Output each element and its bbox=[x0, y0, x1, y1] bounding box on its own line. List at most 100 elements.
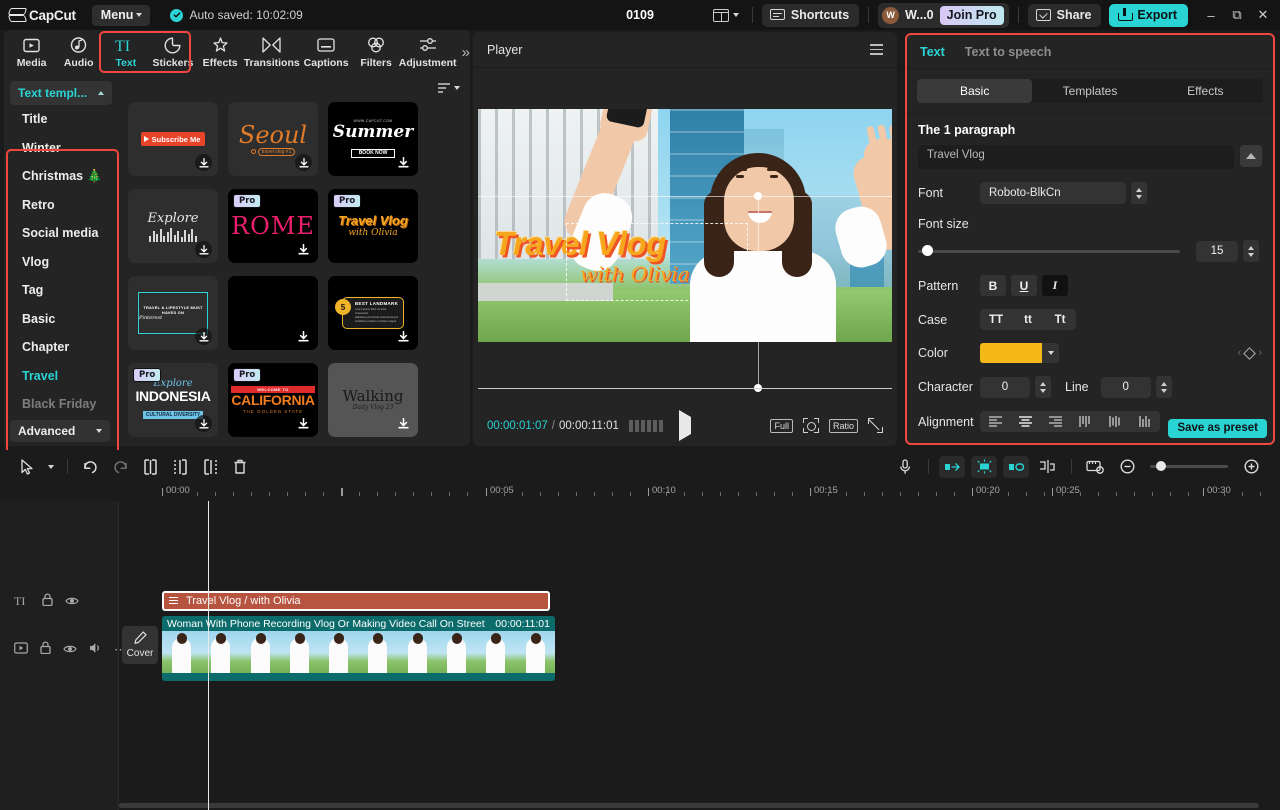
selection-handle-top[interactable] bbox=[754, 192, 762, 200]
fit-timeline-button[interactable] bbox=[1082, 456, 1108, 478]
category-travel[interactable]: Travel bbox=[4, 362, 118, 391]
download-icon[interactable] bbox=[195, 328, 212, 345]
underline-button[interactable]: U bbox=[1011, 275, 1037, 296]
zoom-out-button[interactable] bbox=[1114, 456, 1140, 478]
timeline-horizontal-scrollbar[interactable] bbox=[119, 803, 1259, 808]
align-left-icon[interactable] bbox=[980, 411, 1010, 432]
template-card-subscribe-me[interactable]: Subscribe Me bbox=[128, 102, 218, 176]
download-icon[interactable] bbox=[195, 241, 212, 258]
align-vertical-right-icon[interactable] bbox=[1130, 411, 1160, 432]
uppercase-button[interactable]: TT bbox=[980, 309, 1012, 330]
download-icon[interactable] bbox=[395, 154, 412, 171]
select-tool-dropdown[interactable] bbox=[42, 454, 60, 480]
save-as-preset-button[interactable]: Save as preset bbox=[1168, 419, 1267, 438]
player-menu-icon[interactable] bbox=[870, 44, 883, 55]
shortcuts-button[interactable]: Shortcuts bbox=[762, 4, 859, 27]
bold-button[interactable]: B bbox=[980, 275, 1006, 296]
freeze-button[interactable] bbox=[971, 456, 997, 478]
italic-button[interactable]: I bbox=[1042, 275, 1068, 296]
text-templates-header[interactable]: Text templ... bbox=[10, 81, 112, 105]
advanced-button[interactable]: Advanced bbox=[10, 420, 110, 442]
tab-captions[interactable]: Captions bbox=[300, 31, 353, 73]
template-card-blank[interactable] bbox=[228, 276, 318, 350]
trim-left-button[interactable] bbox=[165, 454, 195, 480]
maximize-button[interactable]: ⧉ bbox=[1224, 2, 1250, 28]
download-icon[interactable] bbox=[295, 328, 312, 345]
category-chapter[interactable]: Chapter bbox=[4, 333, 118, 362]
layout-button[interactable] bbox=[709, 6, 743, 25]
lock-icon[interactable] bbox=[42, 593, 53, 611]
download-icon[interactable] bbox=[195, 415, 212, 432]
category-title[interactable]: Title bbox=[4, 105, 118, 134]
category-vlog[interactable]: Vlog bbox=[4, 248, 118, 277]
text-clip[interactable]: Travel Vlog / with Olivia bbox=[162, 591, 550, 611]
split-playhead-button[interactable] bbox=[1035, 456, 1061, 478]
tab-effects[interactable]: Effects bbox=[197, 31, 244, 73]
cover-button[interactable]: Cover bbox=[122, 626, 158, 664]
character-stepper[interactable] bbox=[1035, 376, 1051, 398]
visibility-icon[interactable] bbox=[63, 641, 77, 659]
full-button[interactable]: Full bbox=[770, 419, 793, 433]
tab-audio[interactable]: Audio bbox=[55, 31, 102, 73]
template-card-summer[interactable]: WWW.CAPCUT.COM Summer BOOK NOW bbox=[328, 102, 418, 176]
template-card-california[interactable]: Pro WELCOME TO CALIFORNIA THE GOLDEN STA… bbox=[228, 363, 318, 437]
collapse-button[interactable] bbox=[1240, 145, 1262, 167]
download-icon[interactable] bbox=[395, 415, 412, 432]
font-stepper[interactable] bbox=[1131, 182, 1147, 204]
tab-text-to-speech[interactable]: Text to speech bbox=[965, 45, 1052, 59]
line-stepper[interactable] bbox=[1156, 376, 1172, 398]
filter-icon[interactable] bbox=[437, 82, 460, 94]
download-icon[interactable] bbox=[295, 415, 312, 432]
template-card-rome[interactable]: Pro ROME bbox=[228, 189, 318, 263]
template-card-best-landmark[interactable]: 5 BEST LANDMARK Lorem ipsum dolor sit am… bbox=[328, 276, 418, 350]
reverse-button[interactable] bbox=[1003, 456, 1029, 478]
tab-text-properties[interactable]: Text bbox=[920, 45, 945, 59]
category-social-media[interactable]: Social media bbox=[4, 219, 118, 248]
template-card-seoul[interactable]: Seoul travel vlog #1 bbox=[228, 102, 318, 176]
tab-media[interactable]: Media bbox=[8, 31, 55, 73]
segment-basic[interactable]: Basic bbox=[917, 79, 1032, 103]
tab-stickers[interactable]: Stickers bbox=[149, 31, 196, 73]
user-account-chip[interactable]: W W...0 Join Pro bbox=[878, 3, 1009, 28]
color-swatch[interactable] bbox=[980, 343, 1042, 363]
play-button[interactable] bbox=[679, 417, 691, 435]
redo-button[interactable] bbox=[105, 454, 135, 480]
font-size-slider[interactable] bbox=[918, 250, 1180, 253]
video-preview[interactable]: Travel Vlog with Olivia bbox=[478, 109, 892, 342]
mute-icon[interactable] bbox=[89, 641, 102, 659]
category-christmas[interactable]: Christmas 🎄 bbox=[4, 162, 118, 191]
titlecase-button[interactable]: Tt bbox=[1044, 309, 1076, 330]
template-card-indonesia[interactable]: Pro Explore INDONESIA CULTURAL DIVERSITY bbox=[128, 363, 218, 437]
text-input[interactable]: Travel Vlog bbox=[918, 145, 1234, 169]
download-icon[interactable] bbox=[295, 154, 312, 171]
lock-icon[interactable] bbox=[40, 641, 51, 659]
fit-to-screen-icon[interactable] bbox=[803, 418, 819, 433]
template-card-travel-lifestyle[interactable]: TRAVEL & LIFESTYLE MUST HAVES ON Pintere… bbox=[128, 276, 218, 350]
character-value[interactable]: 0 bbox=[980, 377, 1030, 398]
tab-filters[interactable]: Filters bbox=[353, 31, 400, 73]
keyframe-next-icon[interactable]: › bbox=[1258, 347, 1262, 359]
font-size-stepper[interactable] bbox=[1243, 240, 1259, 262]
download-icon[interactable] bbox=[395, 328, 412, 345]
playhead[interactable] bbox=[208, 501, 209, 810]
share-button[interactable]: Share bbox=[1028, 4, 1102, 27]
lowercase-button[interactable]: tt bbox=[1012, 309, 1044, 330]
zoom-slider[interactable] bbox=[1150, 465, 1228, 468]
select-tool-button[interactable] bbox=[12, 454, 42, 480]
color-dropdown[interactable] bbox=[1042, 343, 1059, 363]
export-button[interactable]: Export bbox=[1109, 4, 1188, 27]
record-voiceover-button[interactable] bbox=[892, 456, 918, 478]
template-card-walking[interactable]: Walking Daily Vlog 23 bbox=[328, 363, 418, 437]
mirror-button[interactable] bbox=[939, 456, 965, 478]
keyframe-prev-icon[interactable]: ‹ bbox=[1238, 347, 1242, 359]
font-select[interactable]: Roboto-BlkCn bbox=[980, 182, 1126, 204]
align-vertical-center-icon[interactable] bbox=[1100, 411, 1130, 432]
line-value[interactable]: 0 bbox=[1101, 377, 1151, 398]
fullscreen-icon[interactable] bbox=[868, 418, 883, 433]
align-right-icon[interactable] bbox=[1040, 411, 1070, 432]
ratio-button[interactable]: Ratio bbox=[829, 419, 858, 433]
template-card-travel-vlog[interactable]: Pro Travel Vlog with Olivia bbox=[328, 189, 418, 263]
align-center-icon[interactable] bbox=[1010, 411, 1040, 432]
close-button[interactable]: ✕ bbox=[1250, 2, 1276, 28]
tab-adjustment[interactable]: Adjustment bbox=[400, 31, 456, 73]
